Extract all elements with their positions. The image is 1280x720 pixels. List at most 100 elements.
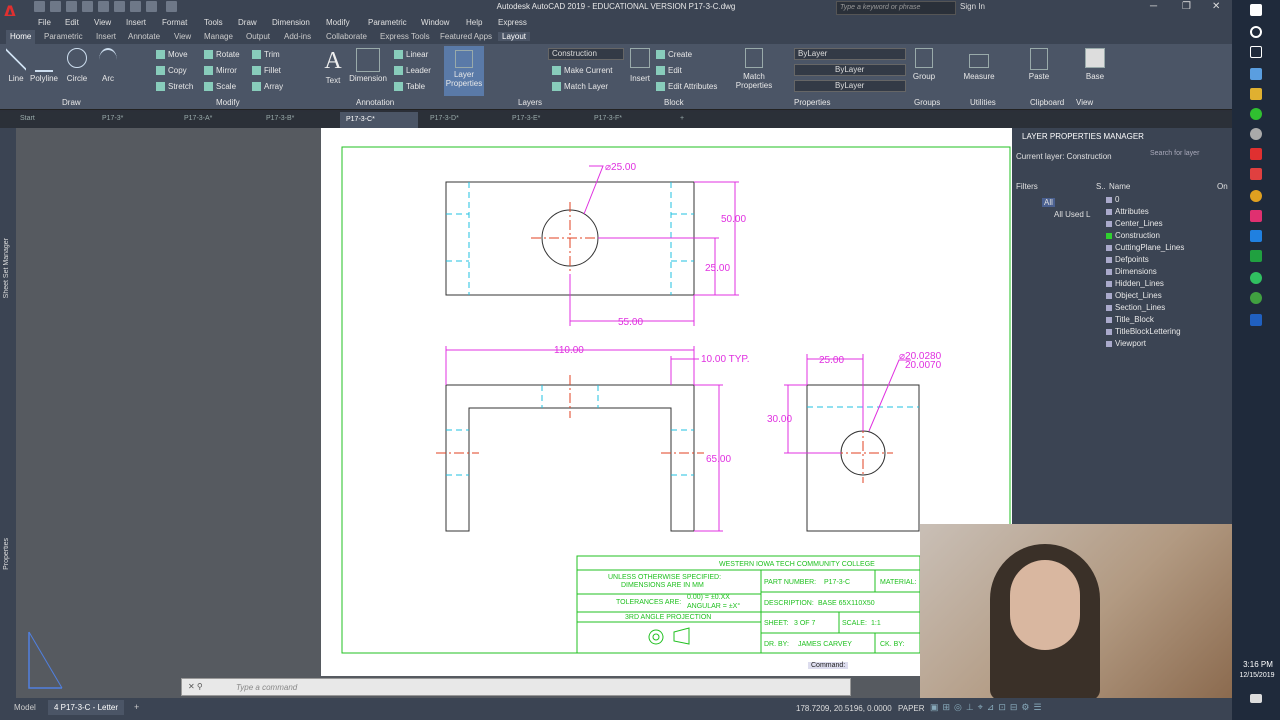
lpm-filter-all[interactable]: All (1042, 198, 1055, 207)
draw-panel-label[interactable]: Draw (62, 98, 81, 107)
sheet-set-manager-tab[interactable]: Sheet Set Manager (3, 238, 10, 298)
create-block-button[interactable]: Create (656, 50, 692, 60)
annotation-panel-label[interactable]: Annotation (356, 98, 394, 107)
menu-parametric[interactable]: Parametric (368, 18, 407, 27)
dimension-tool[interactable]: Dimension (348, 48, 388, 83)
base-view-tool[interactable]: Base (1082, 48, 1108, 81)
layer-row-0[interactable]: 0 (1106, 195, 1119, 204)
make-current-button[interactable]: Make Current (552, 66, 612, 76)
folder-icon[interactable] (1250, 88, 1262, 100)
layer-row-section-lines[interactable]: Section_Lines (1106, 303, 1165, 312)
tab-insert[interactable]: Insert (92, 32, 120, 41)
paste-tool[interactable]: Paste (1026, 48, 1052, 81)
match-layer-button[interactable]: Match Layer (552, 82, 608, 92)
restore-icon[interactable]: ❐ (1182, 1, 1191, 12)
groups-panel-label[interactable]: Groups (914, 98, 940, 107)
color-dropdown[interactable]: ByLayer (794, 48, 906, 60)
doc-tab-p17-3-d[interactable]: P17-3-D* (424, 115, 465, 122)
circle-tool[interactable]: Circle (64, 48, 90, 83)
web-save-icon[interactable] (114, 1, 125, 12)
doc-tab-p17-3[interactable]: P17-3* (96, 115, 129, 122)
open-icon[interactable] (50, 1, 61, 12)
layer-row-viewport[interactable]: Viewport (1106, 339, 1146, 348)
lpm-col-on[interactable]: On (1217, 182, 1228, 191)
table-button[interactable]: Table (394, 82, 425, 92)
view-panel-label[interactable]: View (1076, 98, 1093, 107)
doc-tab-p17-3-e[interactable]: P17-3-E* (506, 115, 546, 122)
app-icon-gray[interactable] (1250, 128, 1262, 140)
tab-output[interactable]: Output (242, 32, 274, 41)
windows-start-icon[interactable] (1250, 4, 1262, 16)
app-icon-green3[interactable] (1250, 292, 1262, 304)
match-properties-tool[interactable]: Match Properties (734, 48, 774, 90)
new-tab-icon[interactable]: + (674, 115, 690, 122)
layer-row-defpoints[interactable]: Defpoints (1106, 255, 1149, 264)
tab-view[interactable]: View (170, 32, 195, 41)
menu-edit[interactable]: Edit (65, 18, 79, 27)
linear-dimension-button[interactable]: Linear (394, 50, 428, 60)
menu-format[interactable]: Format (162, 18, 187, 27)
lpm-col-status[interactable]: S.. (1096, 182, 1106, 191)
edge-icon[interactable] (1250, 230, 1262, 242)
doc-tab-p17-3-b[interactable]: P17-3-B* (260, 115, 300, 122)
minimize-icon[interactable]: ─ (1150, 1, 1157, 12)
status-toggle-icons[interactable]: ▣⊞◎⊥⌖⊿⊡⊟⚙☰ (930, 702, 1046, 713)
chrome-icon[interactable] (1250, 190, 1262, 202)
layer-row-hidden-lines[interactable]: Hidden_Lines (1106, 279, 1164, 288)
excel-icon[interactable] (1250, 250, 1262, 262)
utilities-panel-label[interactable]: Utilities (970, 98, 996, 107)
tab-express-tools[interactable]: Express Tools (376, 32, 434, 41)
move-button[interactable]: Move (156, 50, 188, 60)
add-layout-icon[interactable]: + (134, 702, 139, 712)
menu-help[interactable]: Help (466, 18, 482, 27)
leader-button[interactable]: Leader (394, 66, 431, 76)
command-input[interactable]: Type a command (236, 683, 297, 692)
model-tab[interactable]: Model (14, 703, 36, 712)
file-explorer-icon[interactable] (1250, 68, 1262, 80)
notifications-icon[interactable] (1250, 694, 1262, 703)
modify-panel-label[interactable]: Modify (216, 98, 240, 107)
clock-time[interactable]: 3:16 PM (1236, 660, 1280, 669)
copy-button[interactable]: Copy (156, 66, 187, 76)
layer-row-attributes[interactable]: Attributes (1106, 207, 1149, 216)
app-icon-pink[interactable] (1250, 210, 1262, 222)
layers-panel-label[interactable]: Layers (518, 98, 542, 107)
layer-row-dimensions[interactable]: Dimensions (1106, 267, 1157, 276)
menu-modify[interactable]: Modify (326, 18, 350, 27)
layer-row-construction[interactable]: Construction (1106, 231, 1160, 240)
doc-tab-start[interactable]: Start (14, 115, 41, 122)
rotate-button[interactable]: Rotate (204, 50, 240, 60)
doc-tab-p17-3-f[interactable]: P17-3-F* (588, 115, 628, 122)
tab-featured-apps[interactable]: Featured Apps (436, 32, 496, 41)
layer-dropdown[interactable]: Construction (548, 48, 624, 60)
menu-dimension[interactable]: Dimension (272, 18, 310, 27)
lpm-search-input[interactable]: Search for layer (1150, 150, 1199, 157)
properties-tab[interactable]: Properties (3, 538, 10, 570)
layer-properties-button[interactable]: Layer Properties (444, 46, 484, 96)
block-panel-label[interactable]: Block (664, 98, 684, 107)
properties-panel-label[interactable]: Properties (794, 98, 830, 107)
tab-annotate[interactable]: Annotate (124, 32, 164, 41)
layout-tab[interactable]: 4 P17-3-C - Letter (48, 700, 125, 715)
web-open-icon[interactable] (98, 1, 109, 12)
array-button[interactable]: Array (252, 82, 283, 92)
layer-row-cuttingplane-lines[interactable]: CuttingPlane_Lines (1106, 243, 1184, 252)
doc-tab-p17-3-a[interactable]: P17-3-A* (178, 115, 218, 122)
stretch-button[interactable]: Stretch (156, 82, 193, 92)
cortana-icon[interactable] (1250, 26, 1262, 38)
tab-home[interactable]: Home (6, 30, 36, 44)
tab-manage[interactable]: Manage (200, 32, 237, 41)
app-icon-green2[interactable] (1250, 272, 1262, 284)
drawing-canvas[interactable]: ⌀25.00 50.00 25.00 55.00 110.00 10.00 TY… (321, 128, 1012, 676)
text-tool[interactable]: A Text (322, 48, 344, 85)
lpm-filter-all-used[interactable]: All Used L (1054, 210, 1090, 219)
command-line[interactable]: ✕ ⚲ Type a command (181, 678, 851, 696)
app-icon-red[interactable] (1250, 168, 1262, 180)
sign-in-button[interactable]: Sign In (960, 2, 1020, 11)
clipboard-panel-label[interactable]: Clipboard (1030, 98, 1064, 107)
line-tool[interactable]: Line (4, 48, 28, 83)
layer-row-titleblocklettering[interactable]: TitleBlockLettering (1106, 327, 1181, 336)
trim-button[interactable]: Trim (252, 50, 280, 60)
tab-collaborate[interactable]: Collaborate (322, 32, 371, 41)
task-view-icon[interactable] (1250, 46, 1262, 58)
